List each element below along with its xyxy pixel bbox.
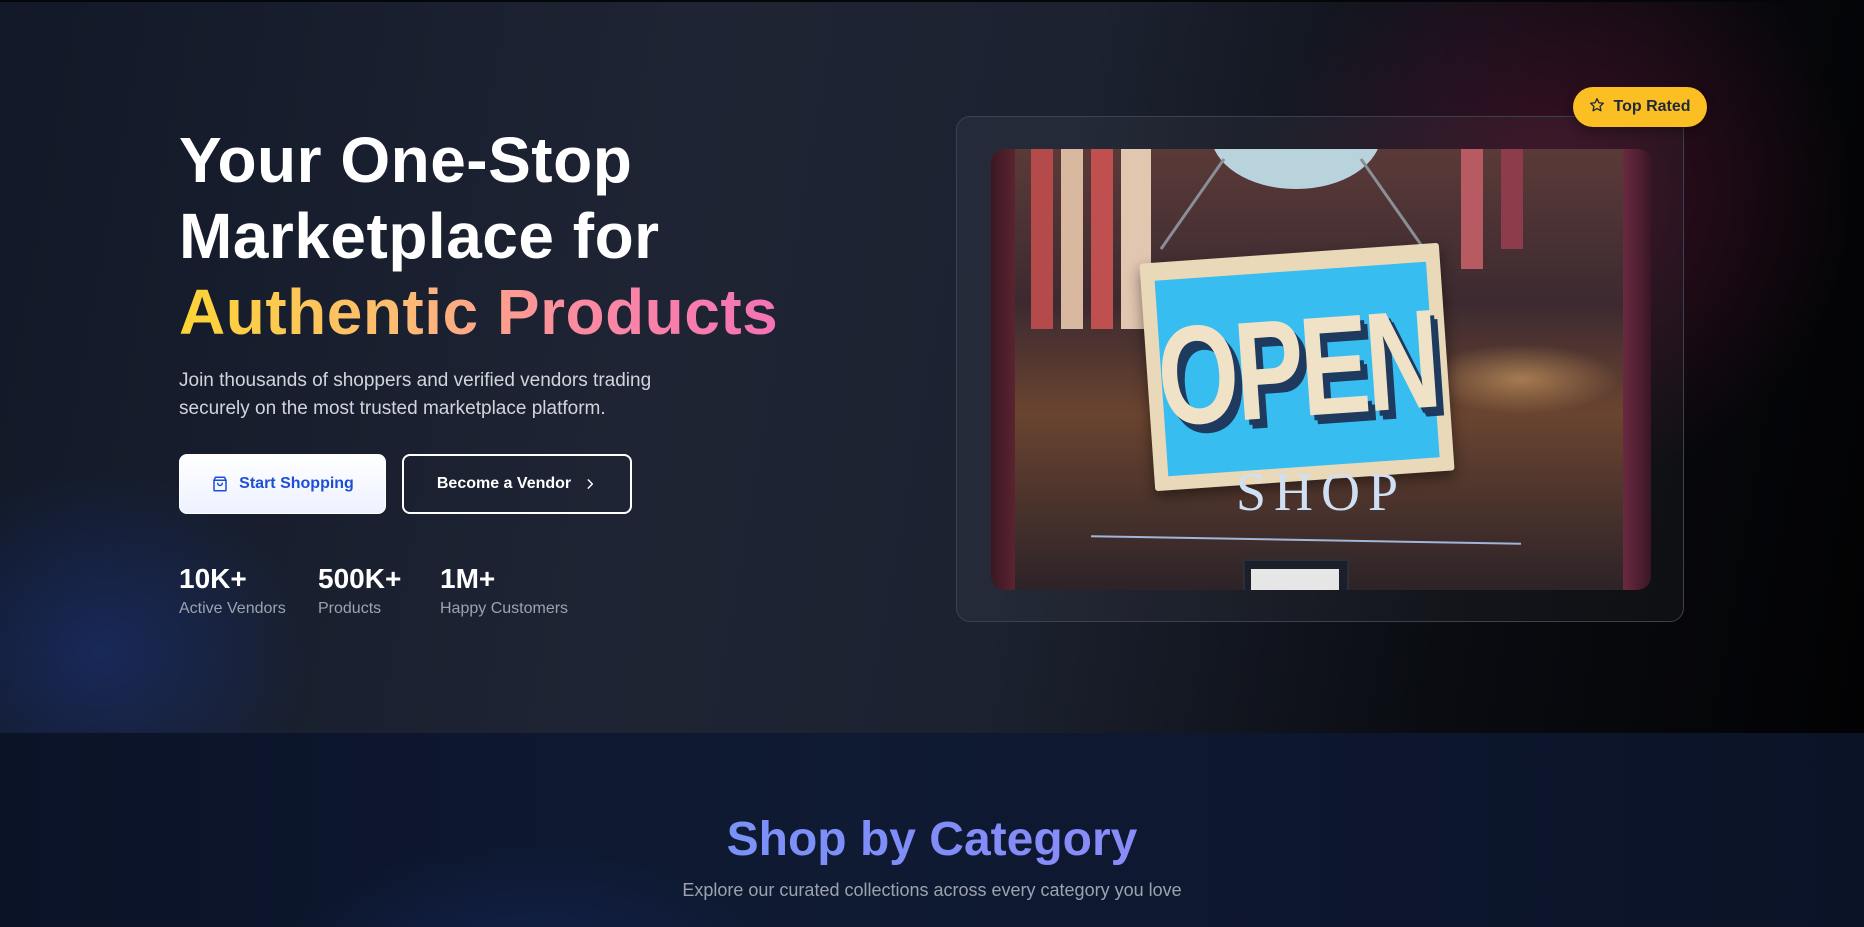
become-vendor-button[interactable]: Become a Vendor	[402, 454, 632, 514]
star-icon	[1589, 97, 1613, 118]
headline-highlight: Authentic Products	[179, 276, 779, 348]
stat-label: Happy Customers	[440, 600, 569, 617]
top-rated-badge: Top Rated	[1573, 87, 1707, 127]
chevron-right-icon	[583, 477, 597, 491]
start-shopping-button[interactable]: Start Shopping	[179, 454, 386, 514]
start-shopping-label: Start Shopping	[239, 475, 354, 492]
stat-active-vendors: 10K+ Active Vendors	[179, 563, 286, 619]
stat-value: 10K+	[179, 563, 247, 594]
sign-text: OPEN	[1152, 280, 1442, 457]
become-vendor-label: Become a Vendor	[436, 475, 572, 492]
badge-label: Top Rated	[1613, 98, 1691, 115]
hero-image-card: OPEN SHOP	[956, 116, 1684, 622]
stat-happy-customers: 1M+ Happy Customers	[440, 563, 568, 619]
stat-label: Products	[318, 600, 382, 617]
hero-headline: Your One-Stop Marketplace for Authentic …	[179, 122, 778, 350]
open-sign: OPEN	[1139, 242, 1455, 492]
stat-label: Active Vendors	[179, 600, 286, 617]
stat-products: 500K+ Products	[318, 563, 401, 619]
stat-value: 500K+	[318, 563, 402, 594]
hero-section: Your One-Stop Marketplace for Authentic …	[0, 0, 1864, 733]
headline-line-2: Marketplace for	[179, 200, 660, 272]
headline-line-1: Your One-Stop	[179, 124, 633, 196]
categories-section: Shop by Category Explore our curated col…	[0, 733, 1864, 927]
categories-subtitle: Explore our curated collections across e…	[682, 880, 1182, 900]
stat-value: 1M+	[440, 563, 496, 594]
hero-subtitle: Join thousands of shoppers and verified …	[179, 370, 652, 419]
open-shop-photo: OPEN SHOP	[991, 149, 1651, 590]
categories-title: Shop by Category	[0, 813, 1864, 867]
shopping-bag-icon	[211, 475, 229, 493]
shop-text: SHOP	[1235, 462, 1407, 522]
